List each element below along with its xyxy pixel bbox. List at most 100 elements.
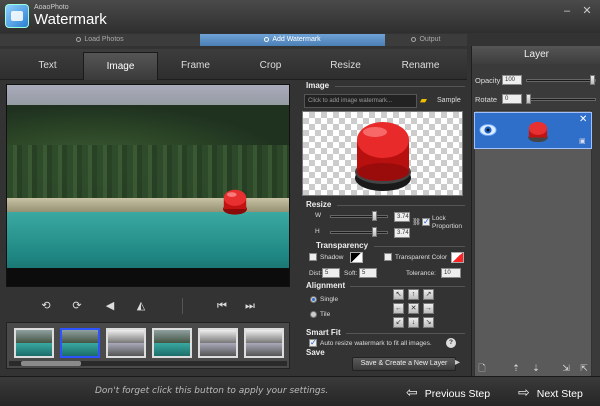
width-slider[interactable]: [330, 215, 388, 218]
layer-thumbnail-red-button-icon: [528, 121, 548, 143]
auto-resize-checkbox[interactable]: [309, 338, 317, 347]
align-top-left-icon[interactable]: ↖: [393, 289, 404, 300]
apply-hint-text: Don't forget click this button to apply …: [95, 386, 329, 396]
step-load-photos[interactable]: Load Photos: [0, 34, 200, 46]
tab-rename[interactable]: Rename: [383, 52, 458, 80]
image-watermark-input[interactable]: Click to add image watermark...: [304, 94, 417, 108]
step-bar: Load Photos Add Watermark Output: [0, 34, 467, 46]
align-top-right-icon[interactable]: ↗: [423, 289, 434, 300]
flip-horizontal-icon[interactable]: ◀: [102, 298, 118, 314]
align-top-icon[interactable]: ↑: [408, 289, 419, 300]
tile-label: Tile: [320, 311, 331, 318]
height-slider[interactable]: [330, 231, 388, 234]
width-slider-thumb[interactable]: [372, 211, 377, 221]
height-label: H: [315, 228, 320, 235]
step-dot-icon: [76, 36, 82, 42]
height-slider-thumb[interactable]: [372, 227, 377, 237]
layer-list: [474, 110, 592, 402]
save-create-layer-button[interactable]: Save & Create a New Layer: [352, 357, 456, 371]
step-label: Add Watermark: [272, 36, 321, 43]
align-bottom-right-icon[interactable]: ↘: [423, 317, 434, 328]
resize-section-title: Resize: [306, 200, 332, 209]
section-divider: [350, 286, 465, 287]
thumbnail[interactable]: [152, 328, 192, 358]
single-radio[interactable]: [310, 296, 317, 303]
layer-item[interactable]: ✕ ▣: [474, 112, 592, 149]
help-icon[interactable]: ?: [446, 338, 456, 348]
import-icon[interactable]: ⇲: [560, 362, 572, 374]
visibility-eye-icon[interactable]: [479, 122, 497, 138]
export-icon[interactable]: ⇱: [578, 362, 590, 374]
step-output[interactable]: Output: [385, 34, 467, 46]
filmstrip-scrollbar[interactable]: [9, 361, 287, 366]
align-bottom-left-icon[interactable]: ↙: [393, 317, 404, 328]
sample-button[interactable]: Sample: [437, 97, 461, 104]
minimize-icon[interactable]: –: [560, 4, 574, 18]
thumbnail[interactable]: [198, 328, 238, 358]
section-divider: [335, 86, 465, 87]
alignment-section-title: Alignment: [306, 281, 346, 290]
tile-radio[interactable]: [310, 311, 317, 318]
tab-frame[interactable]: Frame: [158, 52, 233, 80]
tab-resize[interactable]: Resize: [308, 52, 383, 80]
delete-layer-icon[interactable]: ✕: [579, 114, 587, 125]
tab-crop[interactable]: Crop: [233, 52, 308, 80]
align-bottom-icon[interactable]: ↓: [408, 317, 419, 328]
smartfit-section-title: Smart Fit: [306, 328, 341, 337]
open-folder-icon[interactable]: ▰: [420, 95, 427, 106]
scrollbar-thumb[interactable]: [21, 361, 81, 366]
align-center-icon[interactable]: ✕: [408, 303, 419, 314]
previous-step-button[interactable]: ⇦ Previous Step: [406, 377, 490, 406]
opacity-input[interactable]: 100: [502, 75, 522, 85]
thumbnail[interactable]: [14, 328, 54, 358]
save-section-title: Save: [306, 348, 325, 357]
watermark-preview-red-button-icon: [355, 122, 411, 191]
align-right-icon[interactable]: →: [423, 303, 434, 314]
next-photo-icon[interactable]: ⏭: [242, 298, 258, 314]
rotate-input[interactable]: 0: [502, 94, 522, 104]
align-left-icon[interactable]: ←: [393, 303, 404, 314]
move-up-icon[interactable]: ⇡: [510, 362, 522, 374]
tab-text[interactable]: Text: [10, 52, 85, 80]
opacity-slider-thumb[interactable]: [590, 75, 595, 85]
soft-input[interactable]: 5: [359, 268, 377, 278]
rotate-right-icon[interactable]: ⟳: [69, 298, 85, 314]
transparent-color-swatch[interactable]: [451, 252, 464, 263]
watermark-red-button-icon[interactable]: [219, 185, 251, 217]
move-down-icon[interactable]: ⇣: [530, 362, 542, 374]
height-input[interactable]: 3.74: [394, 228, 410, 238]
new-layer-icon[interactable]: 🗋: [476, 362, 488, 374]
image-section-title: Image: [306, 81, 330, 90]
width-label: W: [315, 212, 322, 219]
thumbnail[interactable]: [244, 328, 284, 358]
tolerance-input[interactable]: 10: [441, 268, 461, 278]
section-divider: [374, 246, 465, 247]
rotate-slider-thumb[interactable]: [526, 94, 531, 104]
close-window-icon[interactable]: ✕: [580, 4, 594, 18]
shadow-color-swatch[interactable]: [350, 252, 363, 263]
tab-image[interactable]: Image: [83, 52, 158, 80]
previous-photo-icon[interactable]: ⏮: [214, 298, 230, 314]
flip-vertical-icon[interactable]: ◭: [133, 298, 149, 314]
photo-filmstrip: [6, 322, 290, 369]
opacity-slider[interactable]: [526, 79, 596, 82]
photo-preview[interactable]: [6, 84, 290, 287]
rotate-left-icon[interactable]: ⟲: [38, 298, 54, 314]
opacity-label: Opacity: [475, 76, 501, 85]
shadow-checkbox[interactable]: [309, 253, 317, 261]
layer-panel-title: Layer: [472, 46, 600, 64]
link-icon: ⛓: [412, 219, 421, 226]
step-add-watermark[interactable]: Add Watermark: [200, 34, 385, 46]
thumbnail-selected[interactable]: [60, 328, 100, 358]
rotate-label: Rotate: [475, 95, 498, 104]
transparent-color-checkbox[interactable]: [384, 253, 392, 261]
thumbnail[interactable]: [106, 328, 146, 358]
single-label: Single: [320, 296, 339, 303]
auto-resize-label: Auto resize watermark to fit all images.: [320, 340, 432, 347]
lock-proportion-checkbox[interactable]: [422, 217, 430, 226]
rotate-slider[interactable]: [526, 98, 596, 101]
dist-input[interactable]: 5: [322, 268, 340, 278]
transparent-color-label: Transparent Color: [395, 254, 448, 261]
width-input[interactable]: 3.74: [394, 212, 410, 222]
next-step-button[interactable]: ⇨ Next Step: [518, 377, 583, 406]
